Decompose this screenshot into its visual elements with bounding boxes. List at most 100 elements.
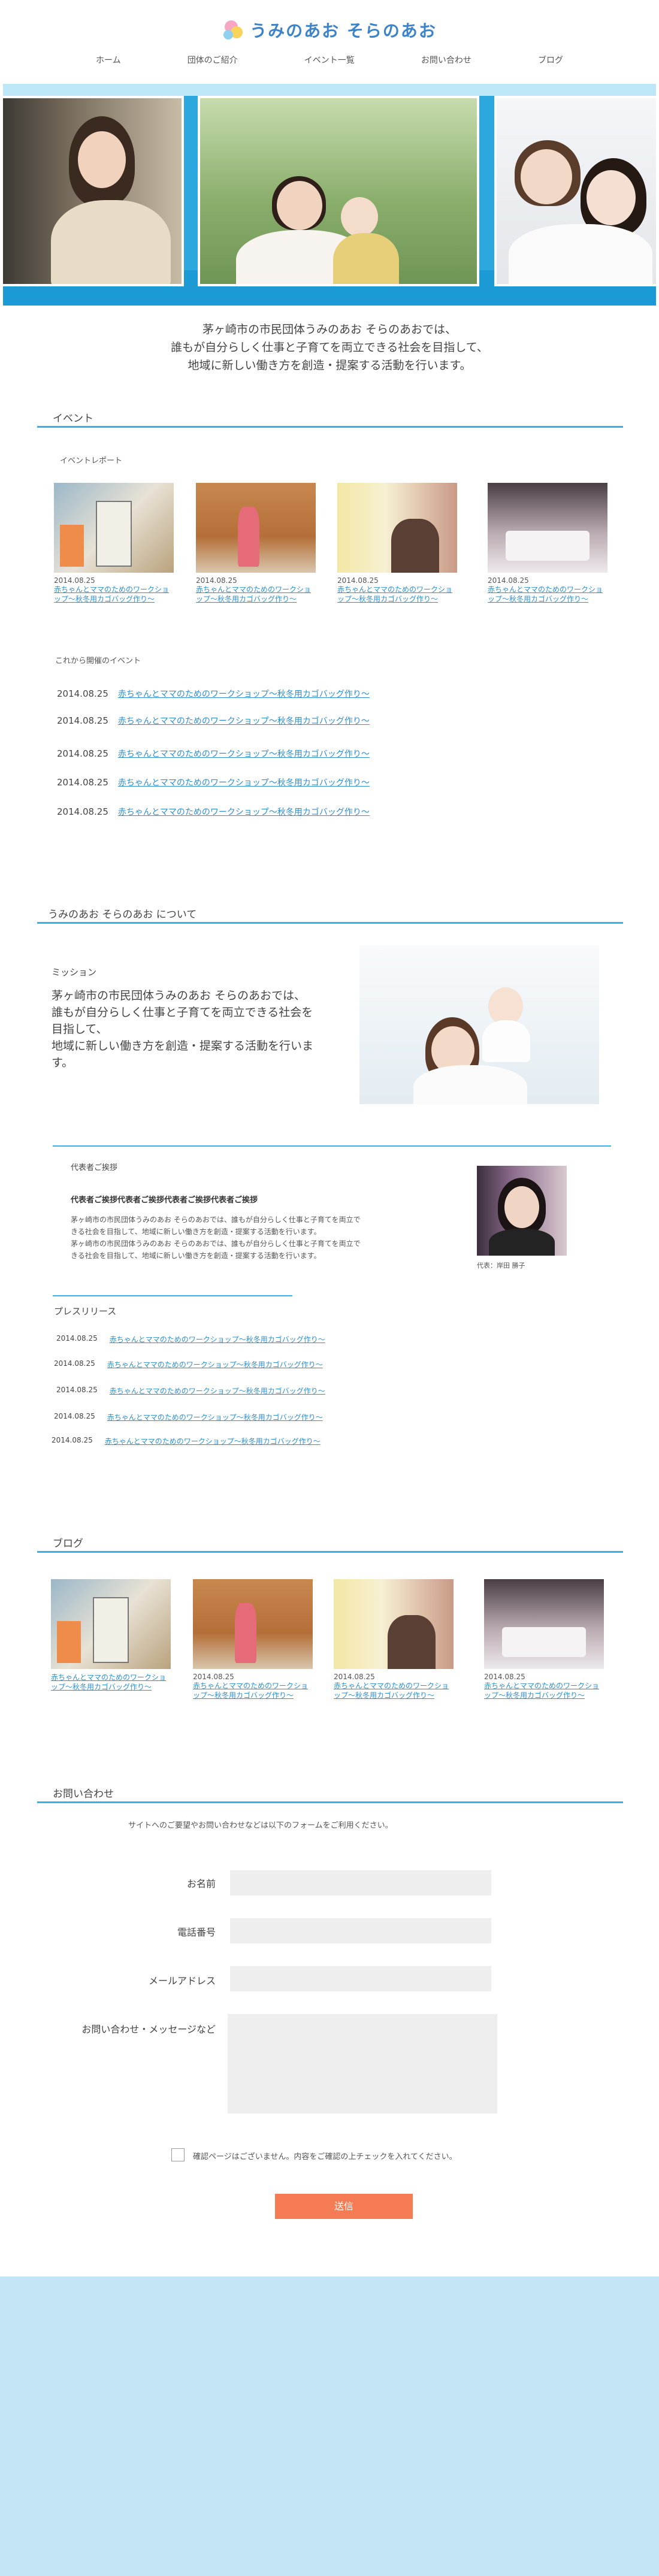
blog-title-link[interactable]: 赤ちゃんとママのためのワークショップ〜秋冬用カゴバッグ作り〜 bbox=[51, 1673, 171, 1692]
nav-about[interactable]: 団体のご紹介 bbox=[188, 54, 238, 68]
blog-photo bbox=[51, 1579, 171, 1669]
nav-home[interactable]: ホーム bbox=[96, 54, 121, 68]
upcoming-event-link[interactable]: 赤ちゃんとママのためのワークショップ〜秋冬用カゴバッグ作り〜 bbox=[118, 688, 370, 700]
upcoming-event-row: 2014.08.25 赤ちゃんとママのためのワークショップ〜秋冬用カゴバッグ作り… bbox=[57, 806, 370, 818]
name-label: お名前 bbox=[186, 1878, 216, 1889]
email-label: メールアドレス bbox=[148, 1975, 216, 1987]
upcoming-event-date: 2014.08.25 bbox=[57, 806, 108, 817]
section-heading-blog: ブログ bbox=[37, 1526, 623, 1553]
upcoming-event-link[interactable]: 赤ちゃんとママのためのワークショップ〜秋冬用カゴバッグ作り〜 bbox=[118, 748, 370, 760]
event-photo bbox=[54, 483, 174, 573]
divider bbox=[53, 1145, 611, 1147]
blog-date: 2014.08.25 bbox=[193, 1673, 234, 1681]
press-link[interactable]: 赤ちゃんとママのためのワークショップ〜秋冬用カゴバッグ作り〜 bbox=[107, 1359, 323, 1369]
upcoming-event-row: 2014.08.25 赤ちゃんとママのためのワークショップ〜秋冬用カゴバッグ作り… bbox=[57, 776, 370, 788]
event-date: 2014.08.25 bbox=[54, 576, 95, 585]
event-date: 2014.08.25 bbox=[196, 576, 237, 585]
press-date: 2014.08.25 bbox=[52, 1436, 93, 1444]
press-date: 2014.08.25 bbox=[56, 1334, 98, 1343]
representative-caption: 代表：岸田 勝子 bbox=[477, 1262, 525, 1269]
event-title-link[interactable]: 赤ちゃんとママのためのワークショップ〜秋冬用カゴバッグ作り〜 bbox=[196, 585, 316, 604]
event-title-link[interactable]: 赤ちゃんとママのためのワークショップ〜秋冬用カゴバッグ作り〜 bbox=[54, 585, 174, 604]
blog-card[interactable]: 2014.08.25 赤ちゃんとママのためのワークショップ〜秋冬用カゴバッグ作り… bbox=[334, 1579, 454, 1700]
greeting-line: きる社会を目指して、地域に新しい働き方を創造・提案する活動を行います。 bbox=[71, 1251, 321, 1260]
press-heading: プレスリリース bbox=[54, 1306, 117, 1317]
press-row: 2014.08.25 赤ちゃんとママのためのワークショップ〜秋冬用カゴバッグ作り… bbox=[54, 1359, 323, 1369]
submit-button[interactable]: 送信 bbox=[275, 2194, 413, 2219]
press-row: 2014.08.25 赤ちゃんとママのためのワークショップ〜秋冬用カゴバッグ作り… bbox=[56, 1334, 325, 1344]
nav-contact[interactable]: お問い合わせ bbox=[421, 54, 471, 68]
about-photo-mother-baby bbox=[359, 945, 599, 1104]
logo-mark-icon bbox=[222, 17, 246, 43]
event-title-link[interactable]: 赤ちゃんとママのためのワークショップ〜秋冬用カゴバッグ作り〜 bbox=[488, 585, 607, 604]
press-link[interactable]: 赤ちゃんとママのためのワークショップ〜秋冬用カゴバッグ作り〜 bbox=[110, 1334, 325, 1344]
confirm-checkbox[interactable] bbox=[171, 2148, 185, 2161]
press-row: 2014.08.25 赤ちゃんとママのためのワークショップ〜秋冬用カゴバッグ作り… bbox=[56, 1386, 325, 1396]
upcoming-event-date: 2014.08.25 bbox=[57, 715, 108, 726]
hero-photo-mother-baby bbox=[198, 96, 479, 286]
blog-title-link[interactable]: 赤ちゃんとママのためのワークショップ〜秋冬用カゴバッグ作り〜 bbox=[484, 1681, 604, 1700]
email-field[interactable] bbox=[230, 1966, 491, 1991]
greeting-line: きる社会を目指して、地域に新しい働き方を創造・提案する活動を行います。 bbox=[71, 1227, 321, 1236]
upcoming-event-link[interactable]: 赤ちゃんとママのためのワークショップ〜秋冬用カゴバッグ作り〜 bbox=[118, 806, 370, 818]
upcoming-events-heading: これから開催のイベント bbox=[55, 657, 141, 666]
blog-title-link[interactable]: 赤ちゃんとママのためのワークショップ〜秋冬用カゴバッグ作り〜 bbox=[193, 1681, 313, 1700]
name-field[interactable] bbox=[230, 1870, 491, 1895]
section-heading-contact: お問い合わせ bbox=[37, 1777, 623, 1803]
blog-title-link[interactable]: 赤ちゃんとママのためのワークショップ〜秋冬用カゴバッグ作り〜 bbox=[334, 1681, 454, 1700]
section-heading-about: うみのあお そらのあお について bbox=[37, 897, 623, 924]
about-mission-line: 地域に新しい働き方を創造・提案する活動を行いま bbox=[52, 1039, 314, 1053]
press-date: 2014.08.25 bbox=[56, 1386, 98, 1394]
divider bbox=[53, 1295, 292, 1296]
contact-intro: サイトへのご要望やお問い合わせなどは以下のフォームをご利用ください。 bbox=[128, 1821, 393, 1830]
press-link[interactable]: 赤ちゃんとママのためのワークショップ〜秋冬用カゴバッグ作り〜 bbox=[110, 1386, 325, 1396]
mission-line: 茅ヶ崎市の市民団体うみのあお そらのあおでは、 bbox=[202, 323, 457, 336]
mission-line: 地域に新しい働き方を創造・提案する活動を行います。 bbox=[188, 359, 471, 372]
blog-photo bbox=[334, 1579, 454, 1669]
main-nav: ホーム 団体のご紹介 イベント一覧 お問い合わせ ブログ bbox=[96, 54, 563, 68]
message-textarea[interactable] bbox=[228, 2014, 497, 2114]
upcoming-event-link[interactable]: 赤ちゃんとママのためのワークショップ〜秋冬用カゴバッグ作り〜 bbox=[118, 776, 370, 788]
upcoming-event-row: 2014.08.25 赤ちゃんとママのためのワークショップ〜秋冬用カゴバッグ作り… bbox=[57, 748, 370, 760]
blog-photo bbox=[193, 1579, 313, 1669]
message-label: お問い合わせ・メッセージなど bbox=[81, 2024, 216, 2035]
nav-events[interactable]: イベント一覧 bbox=[304, 54, 355, 68]
hero-photo-woman bbox=[1, 96, 184, 286]
footer bbox=[0, 2276, 659, 2576]
representative-photo bbox=[477, 1166, 567, 1256]
about-mission-line: 目指して、 bbox=[52, 1023, 108, 1036]
event-title-link[interactable]: 赤ちゃんとママのためのワークショップ〜秋冬用カゴバッグ作り〜 bbox=[337, 585, 457, 604]
blog-card[interactable]: 2014.08.25 赤ちゃんとママのためのワークショップ〜秋冬用カゴバッグ作り… bbox=[484, 1579, 604, 1700]
blog-card[interactable]: 2014.08.25 赤ちゃんとママのためのワークショップ〜秋冬用カゴバッグ作り… bbox=[193, 1579, 313, 1700]
press-link[interactable]: 赤ちゃんとママのためのワークショップ〜秋冬用カゴバッグ作り〜 bbox=[107, 1412, 323, 1422]
hero-photo-mother-daughter bbox=[494, 96, 658, 286]
confirm-text: 確認ページはございません。内容をご確認の上チェックを入れてください。 bbox=[193, 2152, 457, 2161]
event-report-heading: イベントレポート bbox=[60, 456, 123, 465]
press-row: 2014.08.25 赤ちゃんとママのためのワークショップ〜秋冬用カゴバッグ作り… bbox=[54, 1412, 323, 1422]
press-link[interactable]: 赤ちゃんとママのためのワークショップ〜秋冬用カゴバッグ作り〜 bbox=[105, 1436, 321, 1446]
upcoming-event-link[interactable]: 赤ちゃんとママのためのワークショップ〜秋冬用カゴバッグ作り〜 bbox=[118, 715, 370, 727]
press-row: 2014.08.25 赤ちゃんとママのためのワークショップ〜秋冬用カゴバッグ作り… bbox=[52, 1436, 321, 1446]
event-report-card[interactable]: 2014.08.25 赤ちゃんとママのためのワークショップ〜秋冬用カゴバッグ作り… bbox=[196, 483, 316, 604]
phone-label: 電話番号 bbox=[177, 1927, 216, 1938]
event-report-card[interactable]: 2014.08.25 赤ちゃんとママのためのワークショップ〜秋冬用カゴバッグ作り… bbox=[337, 483, 457, 604]
greeting-line: 茅ヶ崎市の市民団体うみのあお そらのあおでは、誰もが自分らしく仕事と子育てを両立… bbox=[71, 1216, 361, 1224]
site-title: うみのあお そらのあお bbox=[250, 21, 437, 41]
upcoming-event-row: 2014.08.25 赤ちゃんとママのためのワークショップ〜秋冬用カゴバッグ作り… bbox=[57, 715, 370, 727]
blog-date: 2014.08.25 bbox=[334, 1673, 375, 1681]
blog-card[interactable]: 赤ちゃんとママのためのワークショップ〜秋冬用カゴバッグ作り〜 bbox=[51, 1579, 171, 1692]
phone-field[interactable] bbox=[230, 1918, 491, 1943]
event-report-card[interactable]: 2014.08.25 赤ちゃんとママのためのワークショップ〜秋冬用カゴバッグ作り… bbox=[488, 483, 607, 604]
upcoming-event-date: 2014.08.25 bbox=[57, 777, 108, 788]
greeting-title: 代表者ご挨拶代表者ご挨拶代表者ご挨拶代表者ご挨拶 bbox=[71, 1196, 258, 1205]
about-mission-line: 茅ヶ崎市の市民団体うみのあお そらのあおでは、 bbox=[52, 989, 306, 1002]
nav-blog[interactable]: ブログ bbox=[538, 54, 563, 68]
mission-line: 誰もが自分らしく仕事と子育てを両立できる社会を目指して、 bbox=[171, 341, 488, 354]
about-mission-line: 誰もが自分らしく仕事と子育てを両立できる社会を bbox=[52, 1006, 313, 1019]
event-report-card[interactable]: 2014.08.25 赤ちゃんとママのためのワークショップ〜秋冬用カゴバッグ作り… bbox=[54, 483, 174, 604]
about-mission-line: す。 bbox=[52, 1056, 74, 1069]
section-heading-events: イベント bbox=[37, 401, 623, 428]
site-logo[interactable]: うみのあお そらのあお bbox=[0, 12, 659, 48]
event-date: 2014.08.25 bbox=[488, 576, 529, 585]
hero-banner bbox=[1, 84, 658, 306]
